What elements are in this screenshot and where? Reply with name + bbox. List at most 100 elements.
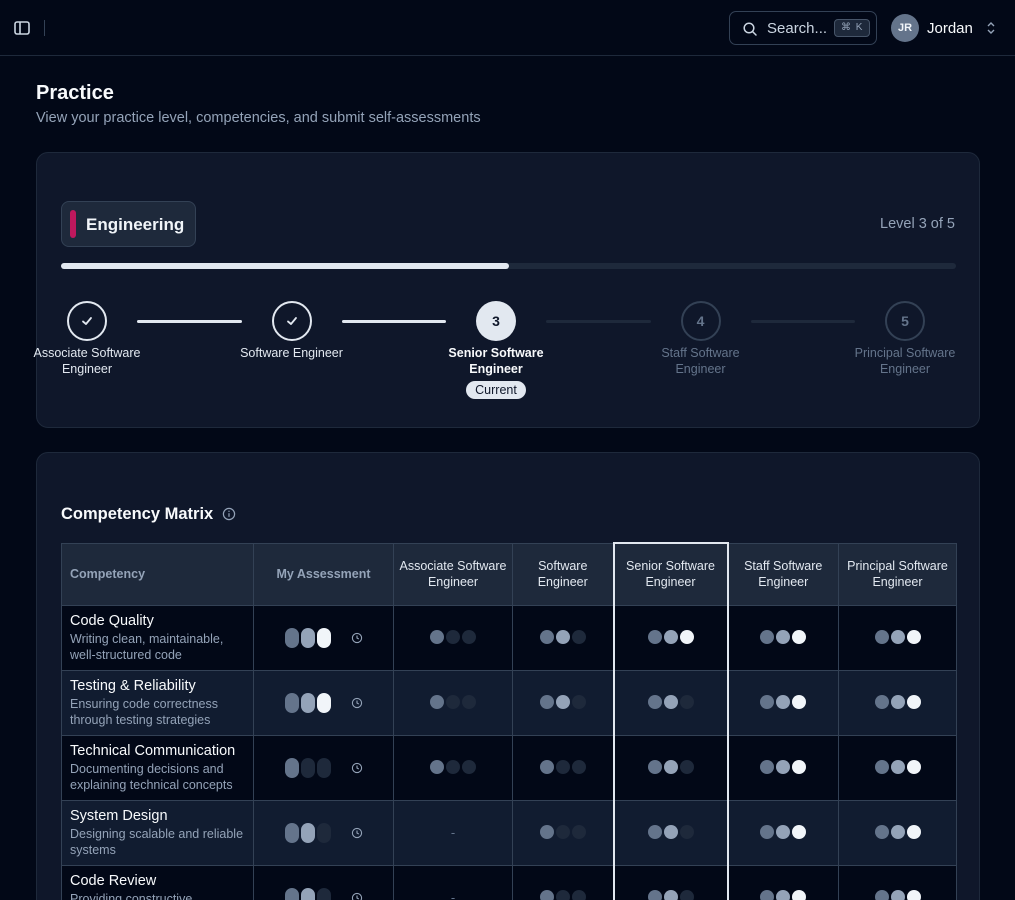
my-assessment-cell[interactable] [253, 864, 394, 900]
page-title: Practice [36, 82, 114, 104]
level-expectation-cell [838, 864, 957, 900]
expectation-dots [539, 630, 586, 645]
expectation-dots [539, 695, 586, 710]
competency-name: Testing & Reliability [70, 678, 196, 694]
competency-name: System Design [70, 808, 168, 824]
clock-icon[interactable] [351, 762, 363, 774]
level-dot [792, 630, 807, 645]
matrix-body: Code Quality Writing clean, maintainable,… [61, 604, 957, 900]
check-icon [286, 317, 297, 325]
level-dot [776, 825, 791, 840]
level-dot [555, 630, 570, 645]
level-expectation-cell [612, 799, 729, 866]
info-icon[interactable] [222, 507, 236, 521]
practice-badge: Engineering [61, 201, 196, 247]
level-step-4[interactable]: 4 Staff Software Engineer [646, 301, 756, 377]
level-dot [874, 890, 889, 900]
my-assessment-cell[interactable] [253, 799, 394, 866]
empty-dash: - [450, 889, 456, 900]
competency-cell: Code Review Providing constructive feedba… [61, 864, 254, 900]
my-assessment-cell[interactable] [253, 734, 394, 801]
level-dot [555, 825, 570, 840]
chevron-up-down-icon [987, 22, 995, 34]
avatar: JR [891, 14, 919, 42]
step-number-circle: 4 [680, 301, 721, 341]
sidebar-toggle-icon[interactable] [13, 19, 31, 37]
level-step-5[interactable]: 5 Principal Software Engineer [850, 301, 960, 377]
level-dot [555, 695, 570, 710]
level-dot [679, 695, 694, 710]
level-dot [316, 822, 331, 843]
level-expectation-cell [838, 604, 957, 671]
table-row: Testing & Reliability Ensuring code corre… [61, 669, 957, 736]
search-button[interactable]: Search... ⌘ K [729, 11, 877, 45]
assessment-selector [284, 887, 331, 900]
search-placeholder: Search... [767, 20, 828, 37]
level-dot [874, 695, 889, 710]
level-dot [430, 695, 444, 710]
level-dot [300, 822, 315, 843]
level-dot [430, 760, 444, 775]
column-header: Competency [61, 542, 254, 606]
my-assessment-cell[interactable] [253, 604, 394, 671]
expectation-dots [430, 695, 476, 710]
level-dot [890, 760, 905, 775]
clock-icon[interactable] [351, 632, 363, 644]
assessment-selector [284, 627, 331, 648]
step-label: Senior Software Engineer [448, 346, 544, 376]
level-dot [300, 692, 315, 713]
competency-matrix-table: Competency My Assessment Associate Softwar… [61, 542, 957, 900]
expectation-dots [874, 695, 921, 710]
expectation-dots [647, 760, 694, 775]
matrix-title: Competency Matrix [61, 505, 214, 523]
level-expectation-cell [838, 669, 957, 736]
level-expectation-cell [727, 669, 839, 736]
competency-description: Designing scalable and reliable systems [70, 827, 244, 857]
user-menu[interactable]: JR Jordan [891, 14, 995, 42]
assessment-selector [284, 757, 331, 778]
step-connector [341, 320, 446, 323]
level-step-3[interactable]: 3 Senior Software Engineer Current [441, 301, 551, 399]
level-expectation-cell [612, 864, 729, 900]
clock-icon[interactable] [351, 827, 363, 839]
level-dot [760, 695, 775, 710]
expectation-dots [760, 695, 807, 710]
competency-name: Technical Communication [70, 743, 236, 759]
expectation-dots [539, 760, 586, 775]
clock-icon[interactable] [351, 892, 363, 900]
level-dot [663, 630, 678, 645]
expectation-dots [874, 760, 921, 775]
expectation-dots [647, 695, 694, 710]
level-dot [446, 760, 460, 775]
level-dot [679, 890, 694, 900]
level-dot [663, 825, 678, 840]
expectation-dots [647, 825, 694, 840]
my-assessment-cell[interactable] [253, 669, 394, 736]
assessment-selector [284, 692, 331, 713]
level-dot [792, 825, 807, 840]
level-dot [284, 627, 299, 648]
level-dot [647, 695, 662, 710]
level-step-2[interactable]: Software Engineer [237, 301, 347, 361]
level-dot [462, 695, 476, 710]
level-step-1[interactable]: Associate Software Engineer [32, 301, 142, 377]
level-expectation-cell [612, 604, 729, 671]
level-dot [663, 695, 678, 710]
level-dot [284, 692, 299, 713]
level-dot [284, 757, 299, 778]
page-subtitle: View your practice level, competencies, … [36, 110, 481, 126]
level-progress-bar [61, 263, 956, 269]
level-dot [300, 887, 315, 900]
level-dot [906, 630, 921, 645]
table-row: Technical Communication Documenting decis… [61, 734, 957, 801]
clock-icon[interactable] [351, 697, 363, 709]
level-dot [776, 890, 791, 900]
column-header: Principal Software Engineer [838, 542, 957, 606]
competency-cell: Code Quality Writing clean, maintainable,… [61, 604, 254, 671]
level-expectation-cell [512, 799, 614, 866]
level-expectation-cell [838, 799, 957, 866]
practice-level-card: Engineering Level 3 of 5 Associate Softw… [34, 152, 980, 428]
level-dot [792, 695, 807, 710]
column-header: My Assessment [253, 542, 394, 606]
column-header: Software Engineer [512, 542, 614, 606]
